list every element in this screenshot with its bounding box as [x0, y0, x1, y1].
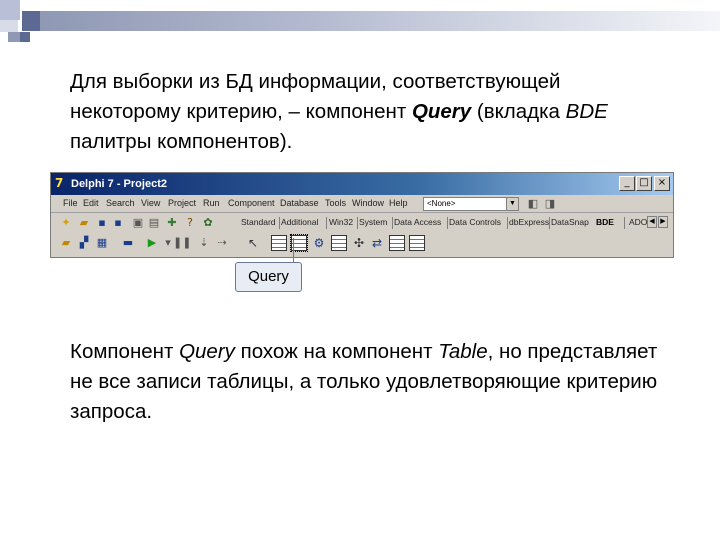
stored-proc-component-icon[interactable]: ⚙ — [311, 235, 327, 251]
paragraph-query-vs-table: Компонент Query похож на компонент Table… — [70, 337, 670, 427]
tab-divider — [624, 217, 625, 229]
tab-standard[interactable]: Standard — [241, 216, 276, 229]
maximize-button[interactable]: □ — [636, 176, 652, 191]
callout-pointer-line — [293, 238, 294, 263]
tab-system[interactable]: System — [359, 216, 387, 229]
step-over-icon[interactable]: ⇢ — [215, 236, 229, 249]
title-bar: 7 Delphi 7 - Project2 _ □ × — [51, 173, 673, 195]
deco-square — [0, 0, 20, 20]
pause-icon[interactable]: ❚❚ — [173, 236, 191, 249]
paragraph-query-purpose: Для выборки из БД информации, соответств… — [70, 67, 670, 157]
deco-square — [8, 32, 20, 42]
text-run: похож на компонент — [234, 340, 439, 363]
menu-help[interactable]: Help — [389, 197, 408, 210]
tab-dbexpress[interactable]: dbExpress — [509, 216, 549, 229]
tab-data-access[interactable]: Data Access — [394, 216, 441, 229]
pointer-tool-icon[interactable]: ↖ — [245, 235, 261, 251]
tab-win32[interactable]: Win32 — [329, 216, 353, 229]
desktop-combo[interactable]: <None> ▼ — [423, 197, 519, 211]
tab-ado[interactable]: ADO — [629, 216, 647, 229]
table-component-icon[interactable] — [271, 235, 287, 251]
menu-component[interactable]: Component — [228, 197, 275, 210]
batch-move-component-icon[interactable]: ⇄ — [369, 235, 385, 251]
deco-gradient-strip — [40, 11, 720, 31]
save-icon[interactable]: ▪ — [95, 216, 109, 229]
tab-data-controls[interactable]: Data Controls — [449, 216, 501, 229]
minimize-button[interactable]: _ — [619, 176, 635, 191]
deco-square — [22, 11, 40, 31]
nested-table-component-icon[interactable] — [409, 235, 425, 251]
chevron-down-icon[interactable]: ▼ — [506, 198, 518, 210]
tab-datasnap[interactable]: DataSnap — [551, 216, 589, 229]
tab-divider — [279, 217, 280, 229]
open-icon[interactable]: ▰ — [77, 216, 91, 229]
menu-view[interactable]: View — [141, 197, 160, 210]
view-unit-icon[interactable]: ✿ — [201, 216, 215, 229]
term-bde: BDE — [565, 100, 608, 123]
delphi-icon: 7 — [55, 176, 64, 190]
query-callout: Query — [235, 262, 302, 292]
open-project-icon[interactable]: ▣ — [131, 216, 145, 229]
text-run: палитры компонентов). — [70, 130, 293, 153]
combo-value: <None> — [427, 199, 456, 208]
menu-window[interactable]: Window — [352, 197, 384, 210]
toggle-form-unit-icon[interactable]: ▞ — [77, 236, 91, 249]
text-run: Компонент — [70, 340, 180, 363]
desktop-icon[interactable]: ▬ — [121, 236, 135, 249]
save-desktop-icon[interactable]: ◧ — [526, 197, 540, 210]
menu-search[interactable]: Search — [106, 197, 135, 210]
menu-database[interactable]: Database — [280, 197, 319, 210]
tab-divider — [507, 217, 508, 229]
tab-divider — [357, 217, 358, 229]
remove-file-icon[interactable]: ✚ — [165, 216, 179, 229]
deco-square — [20, 0, 40, 11]
menu-bar: File Edit Search View Project Run Compon… — [51, 195, 673, 213]
add-file-icon[interactable]: ▤ — [147, 216, 161, 229]
menu-tools[interactable]: Tools — [325, 197, 346, 210]
component-palette-tabs: Standard Additional Win32 System Data Ac… — [239, 215, 669, 231]
menu-project[interactable]: Project — [168, 197, 196, 210]
tab-divider — [392, 217, 393, 229]
delphi-ide-window: 7 Delphi 7 - Project2 _ □ × File Edit Se… — [50, 172, 674, 258]
help-icon[interactable]: ? — [183, 216, 197, 229]
text-run: (вкладка — [471, 100, 566, 123]
tab-scroll-left-button[interactable]: ◀ — [647, 216, 657, 228]
new-form-icon[interactable]: ▦ — [95, 236, 109, 249]
database-component-icon[interactable] — [331, 235, 347, 251]
deco-square — [20, 32, 30, 42]
trace-into-icon[interactable]: ⇣ — [197, 236, 211, 249]
new-icon[interactable]: ✦ — [59, 216, 73, 229]
set-debug-desktop-icon[interactable]: ◨ — [543, 197, 557, 210]
term-table: Table — [438, 340, 488, 363]
term-query: Query — [411, 100, 472, 123]
save-all-icon[interactable]: ▪ — [111, 216, 125, 229]
menu-run[interactable]: Run — [203, 197, 220, 210]
menu-file[interactable]: File — [63, 197, 78, 210]
menu-edit[interactable]: Edit — [83, 197, 99, 210]
term-query: Query — [179, 340, 235, 363]
tab-additional[interactable]: Additional — [281, 216, 318, 229]
tab-divider — [326, 217, 327, 229]
tab-divider — [549, 217, 550, 229]
deco-square — [0, 20, 18, 32]
window-title: Delphi 7 - Project2 — [71, 178, 167, 190]
tab-bde[interactable]: BDE — [596, 216, 614, 229]
view-form-icon[interactable]: ▰ — [59, 236, 73, 249]
update-sql-component-icon[interactable] — [389, 235, 405, 251]
tab-divider — [447, 217, 448, 229]
run-icon[interactable]: ▶ — [145, 236, 159, 249]
tab-scroll-right-button[interactable]: ▶ — [658, 216, 668, 228]
close-button[interactable]: × — [654, 176, 670, 191]
session-component-icon[interactable]: ✣ — [351, 235, 367, 251]
